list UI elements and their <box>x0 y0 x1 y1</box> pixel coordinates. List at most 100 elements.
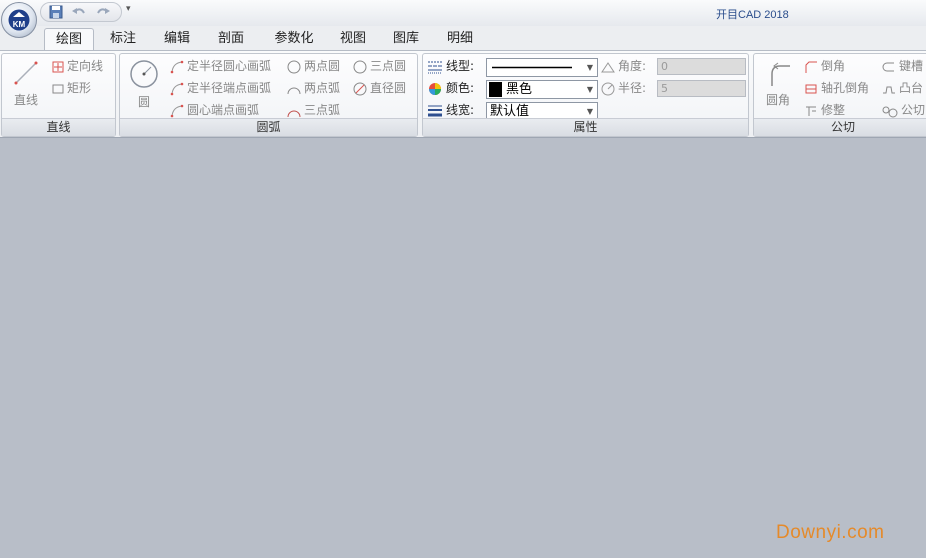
three-point-arc-label: 三点弧 <box>304 103 341 117</box>
drawing-canvas[interactable] <box>0 138 926 558</box>
color-label: 颜色: <box>446 81 475 95</box>
line-big-label: 直线 <box>13 93 38 107</box>
tab-parametric[interactable]: 参数化 <box>266 28 322 50</box>
group-attributes-label: 属性 <box>423 118 748 136</box>
directional-line-icon <box>52 61 64 72</box>
linewidth-label-row: 线宽: <box>427 101 474 119</box>
line-big-button[interactable]: 直线 <box>8 58 44 108</box>
arc-endpoint-radius-button[interactable]: 定半径端点画弧 <box>170 79 271 97</box>
color-select[interactable]: 黑色 ▼ <box>486 80 598 99</box>
three-point-arc-icon <box>287 110 301 117</box>
two-point-circle-icon <box>287 60 301 73</box>
group-line: 直线 定向线 矩形 直线 <box>1 53 116 137</box>
two-point-circle-label: 两点圆 <box>304 59 341 73</box>
fillet-icon <box>771 62 790 86</box>
group-attributes: 线型: ▼ 颜色: 黑色 ▼ 线宽: 默认值 ▼ 角度: 0 半径: 5 属性 <box>422 53 749 137</box>
window-title: 开目CAD 2018 <box>716 9 789 21</box>
angle-label: 角度: <box>618 59 647 73</box>
linetype-select[interactable]: ▼ <box>486 58 598 77</box>
boss-icon <box>883 86 895 93</box>
arc-center-radius-button[interactable]: 定半径圆心画弧 <box>170 57 271 75</box>
diameter-circle-button[interactable]: 直径圆 <box>353 79 406 97</box>
color-label-row: 颜色: <box>427 79 474 97</box>
tab-edit[interactable]: 编辑 <box>154 28 200 50</box>
shaft-hole-chamfer-icon <box>805 84 817 93</box>
arc-center-endpoint-label: 圆心端点画弧 <box>187 103 260 117</box>
watermark: Downyi.com <box>776 522 885 543</box>
three-point-circle-button[interactable]: 三点圆 <box>353 57 406 75</box>
arc-center-endpoint-icon <box>170 104 184 117</box>
linewidth-label: 线宽: <box>446 103 475 117</box>
title-bar: ▾ 开目CAD 2018 <box>0 0 926 26</box>
circle-icon <box>130 60 158 88</box>
arc-endpoint-radius-icon <box>170 82 184 95</box>
group-arc-label: 圆弧 <box>120 118 417 136</box>
two-point-circle-button[interactable]: 两点圆 <box>287 57 340 75</box>
undo-icon[interactable] <box>71 5 87 19</box>
chamfer-button[interactable]: 倒角 <box>804 57 845 75</box>
solid-line-preview-icon <box>492 66 572 69</box>
common-tangent-button[interactable]: 公切 <box>882 101 925 119</box>
trim-button[interactable]: 修整 <box>804 101 845 119</box>
save-icon[interactable] <box>49 5 65 19</box>
directional-line-label: 定向线 <box>67 59 104 73</box>
rectangle-icon <box>52 84 64 93</box>
group-tangent-label: 公切 <box>754 118 926 136</box>
tab-annotate[interactable]: 标注 <box>100 28 146 50</box>
circle-big-label: 圆 <box>137 95 150 109</box>
boss-label: 凸台 <box>899 81 924 95</box>
directional-line-button[interactable]: 定向线 <box>52 57 103 75</box>
tab-library[interactable]: 图库 <box>383 28 429 50</box>
linetype-label: 线型: <box>446 59 475 73</box>
keyway-button[interactable]: 键槽 <box>882 57 923 75</box>
chevron-down-icon: ▼ <box>586 107 594 116</box>
trim-icon <box>806 106 816 116</box>
arc-center-endpoint-button[interactable]: 圆心端点画弧 <box>170 101 259 119</box>
group-line-label: 直线 <box>2 118 115 136</box>
chevron-down-icon: ▼ <box>586 63 594 72</box>
angle-input[interactable]: 0 <box>657 58 746 75</box>
diameter-circle-icon <box>353 82 367 95</box>
chevron-down-icon: ▼ <box>586 85 594 94</box>
linewidth-icon <box>428 105 442 116</box>
shaft-hole-chamfer-label: 轴孔倒角 <box>821 81 870 95</box>
tab-section[interactable]: 剖面 <box>208 28 254 50</box>
arc-endpoint-radius-label: 定半径端点画弧 <box>187 81 272 95</box>
line-icon <box>14 61 38 85</box>
angle-icon <box>601 61 615 72</box>
fillet-big-label: 圆角 <box>765 93 790 107</box>
radius-input[interactable]: 5 <box>657 80 746 97</box>
radius-label-row: 半径: <box>601 79 646 97</box>
chamfer-label: 倒角 <box>821 59 846 73</box>
keyway-icon <box>882 62 894 71</box>
tab-draw[interactable]: 绘图 <box>44 28 94 50</box>
circle-big-button[interactable]: 圆 <box>126 58 162 110</box>
boss-button[interactable]: 凸台 <box>882 79 923 97</box>
two-point-arc-label: 两点弧 <box>304 81 341 95</box>
quick-access-toolbar <box>40 2 122 22</box>
customize-qat-icon[interactable]: ▾ <box>126 4 131 14</box>
rectangle-button[interactable]: 矩形 <box>52 79 91 97</box>
group-tangent: 圆角 倒角 轴孔倒角 修整 键槽 凸台 公切 公切 <box>753 53 926 137</box>
redo-icon[interactable] <box>95 5 111 19</box>
tab-bom[interactable]: 明细 <box>437 28 483 50</box>
chamfer-icon <box>805 61 817 73</box>
fillet-big-button[interactable]: 圆角 <box>760 60 796 108</box>
arc-center-radius-label: 定半径圆心画弧 <box>187 59 272 73</box>
tab-view[interactable]: 视图 <box>330 28 376 50</box>
two-point-arc-button[interactable]: 两点弧 <box>287 79 340 97</box>
trim-label: 修整 <box>821 103 846 117</box>
ribbon-tabs: 绘图 标注 编辑 剖面 参数化 视图 图库 明细 <box>0 26 926 50</box>
shaft-hole-chamfer-button[interactable]: 轴孔倒角 <box>804 79 869 97</box>
common-tangent-icon <box>882 106 898 117</box>
angle-label-row: 角度: <box>601 57 646 75</box>
linetype-label-row: 线型: <box>427 57 474 75</box>
three-point-circle-icon <box>353 60 367 73</box>
color-value: 黑色 <box>506 82 533 97</box>
three-point-arc-button[interactable]: 三点弧 <box>287 101 340 119</box>
two-point-arc-icon <box>287 87 301 94</box>
diameter-circle-label: 直径圆 <box>370 81 407 95</box>
color-wheel-icon <box>429 82 441 95</box>
application-button[interactable]: KM <box>1 2 37 38</box>
group-arc: 圆 定半径圆心画弧 定半径端点画弧 圆心端点画弧 两点圆 两点弧 三点弧 三点圆… <box>119 53 418 137</box>
